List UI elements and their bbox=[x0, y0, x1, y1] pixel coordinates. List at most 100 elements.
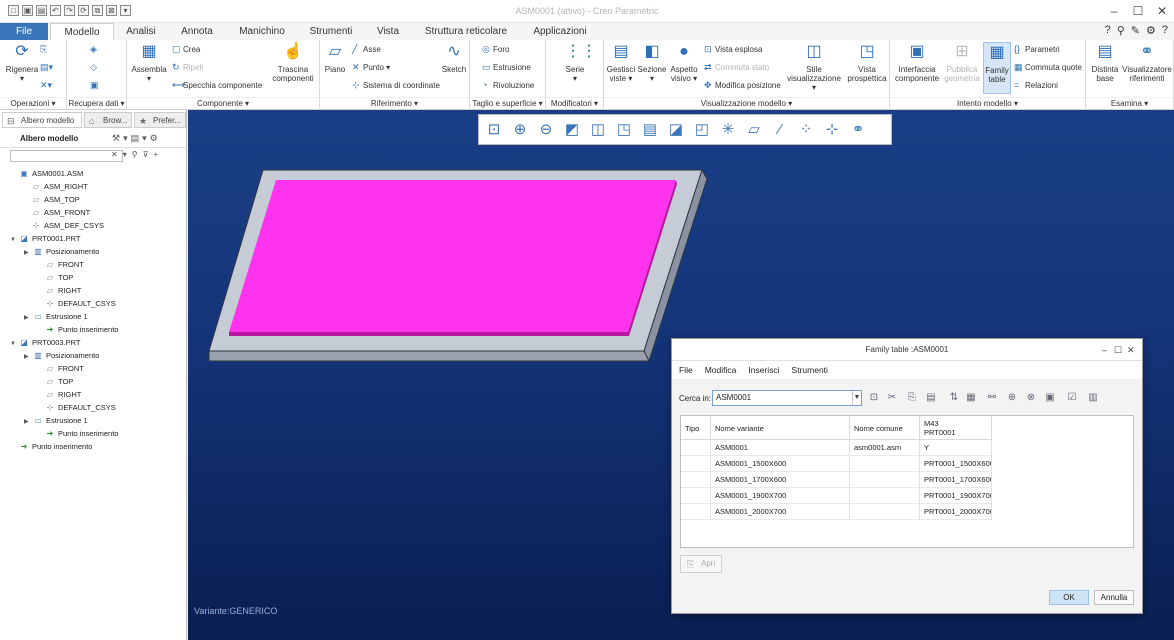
shrinkwrap-command[interactable]: ▣ bbox=[90, 80, 101, 91]
bill-of-materials-button[interactable]: ▤ Distinta base bbox=[1090, 42, 1120, 83]
table-cell[interactable] bbox=[850, 504, 920, 520]
table-cell[interactable]: ASM0001_2000X700 bbox=[711, 504, 850, 520]
toggle-status-command[interactable]: ⇄ Commuta stato bbox=[704, 62, 769, 73]
ribbon-group-label[interactable]: Modificatori ▾ bbox=[546, 97, 603, 108]
dialog-menu-modifica[interactable]: Modifica bbox=[705, 361, 737, 379]
column-header[interactable]: Nome variante bbox=[711, 416, 850, 440]
tab-analisi[interactable]: Analisi bbox=[114, 23, 168, 40]
create-command[interactable]: ▢ Crea bbox=[172, 44, 200, 55]
table-icon[interactable]: ▥ bbox=[1086, 391, 1100, 405]
family-table-button[interactable]: ▦ Family table bbox=[983, 42, 1011, 94]
display-style-icon[interactable]: ◫ bbox=[587, 119, 609, 141]
zoom-in-icon[interactable]: ⊕ bbox=[509, 119, 531, 141]
table-cell[interactable]: PRT0001_1500X600 bbox=[920, 456, 992, 472]
checkbox-icon[interactable]: ☑ bbox=[1065, 391, 1079, 405]
tab-vista[interactable]: Vista bbox=[364, 23, 412, 40]
mirror-component-command[interactable]: ⟷Specchia componente bbox=[172, 80, 262, 91]
repaint-icon[interactable]: ◩ bbox=[561, 119, 583, 141]
table-cell[interactable] bbox=[850, 472, 920, 488]
tree-item[interactable]: ▱ RIGHT bbox=[36, 388, 81, 401]
column-header[interactable]: M43 PRT0001 bbox=[920, 416, 992, 440]
plane-display-icon[interactable]: ▱ bbox=[743, 119, 765, 141]
appearance-button[interactable]: ● Aspetto visivo ▾ bbox=[668, 42, 700, 83]
panel-tab-2[interactable]: ★ Prefer... bbox=[134, 112, 186, 128]
clear-search-icon[interactable]: ✕ bbox=[111, 150, 123, 159]
tree-item[interactable]: ▶ ▥ Posizionamento bbox=[24, 349, 99, 362]
cut-icon[interactable]: ✂ bbox=[885, 391, 899, 405]
tree-item[interactable]: ▱ FRONT bbox=[36, 258, 84, 271]
extrude-command[interactable]: ▭ Estrusione bbox=[482, 62, 531, 73]
verify-icon[interactable]: ⊕ bbox=[1005, 391, 1019, 405]
tree-filter-icon[interactable]: ⚙ bbox=[150, 133, 161, 143]
help-icon[interactable]: ? bbox=[1105, 24, 1111, 37]
maximize-button[interactable]: ☐ bbox=[1128, 3, 1148, 19]
look-in-dropdown-icon[interactable]: ▼ bbox=[852, 391, 861, 405]
tree-item[interactable]: ⊹ ASM_DEF_CSYS bbox=[22, 219, 104, 232]
table-cell[interactable]: ASM0001_1500X600 bbox=[711, 456, 850, 472]
table-cell[interactable]: Y bbox=[920, 440, 992, 456]
dialog-menu-file[interactable]: File bbox=[679, 361, 693, 379]
tree-item[interactable]: ▱ ASM_RIGHT bbox=[22, 180, 88, 193]
table-cell[interactable] bbox=[850, 456, 920, 472]
regenerate-button[interactable]: ⟳ Rigenera ▾ bbox=[4, 42, 40, 83]
lock-icon[interactable]: ⊗ bbox=[1024, 391, 1038, 405]
tree-item[interactable]: ▱ TOP bbox=[36, 375, 73, 388]
drag-components-button[interactable]: ☝ Trascina componenti bbox=[270, 42, 316, 83]
sketch-button[interactable]: ∿ Sketch bbox=[441, 42, 467, 74]
table-cell[interactable]: PRT0001_1900X700 bbox=[920, 488, 992, 504]
parameters-command[interactable]: {} Parametri bbox=[1014, 44, 1060, 54]
tab-strumenti[interactable]: Strumenti bbox=[298, 23, 364, 40]
tree-item[interactable]: ➔ Punto inserimento bbox=[36, 427, 119, 440]
dialog-menu-strumenti[interactable]: Strumenti bbox=[792, 361, 828, 379]
tree-item[interactable]: ▶ ▭ Estrusione 1 bbox=[24, 310, 88, 323]
tab-annota[interactable]: Annota bbox=[170, 23, 224, 40]
manage-views-button[interactable]: ▤ Gestisci viste ▾ bbox=[606, 42, 636, 83]
pattern-button[interactable]: ⋮⋮ Serie ▾ bbox=[562, 42, 597, 83]
tab-modello[interactable]: Modello bbox=[50, 23, 114, 40]
tree-columns-icon[interactable]: ▤ bbox=[131, 133, 143, 143]
relations-command[interactable]: = Relazioni bbox=[1014, 80, 1058, 90]
assemble-button[interactable]: ▦ Assembla ▾ bbox=[130, 42, 168, 83]
hole-command[interactable]: ◎ Foro bbox=[482, 44, 509, 55]
dialog-menu-inserisci[interactable]: Inserisci bbox=[748, 361, 779, 379]
edit-icon[interactable]: ✎ bbox=[1131, 24, 1140, 37]
ribbon-group-label[interactable]: Componente ▾ bbox=[127, 97, 319, 108]
expand-icon[interactable]: ▶ bbox=[24, 247, 32, 260]
ribbon-group-label[interactable]: Riferimento ▾ bbox=[320, 97, 469, 108]
table-cell[interactable] bbox=[681, 488, 711, 504]
tree-item[interactable]: ▶ ▥ Posizionamento bbox=[24, 245, 99, 258]
paste-command[interactable]: ▤▾ bbox=[40, 62, 53, 73]
look-in-field[interactable]: ASM0001 bbox=[712, 390, 862, 406]
expand-icon[interactable]: ▶ bbox=[24, 351, 32, 364]
tree-search-input[interactable] bbox=[10, 150, 123, 162]
copy-icon[interactable]: ⎘ bbox=[905, 391, 919, 405]
panel-tab-1[interactable]: ⌂ Brow... bbox=[84, 112, 132, 128]
tree-item[interactable]: ▱ ASM_FRONT bbox=[22, 206, 90, 219]
add-row-icon[interactable]: ⊡ bbox=[867, 391, 881, 405]
table-cell[interactable]: ASM0001_1900X700 bbox=[711, 488, 850, 504]
copy-command[interactable]: ⎘ bbox=[40, 44, 51, 55]
ribbon-group-label[interactable]: Taglio e superficie ▾ bbox=[470, 97, 545, 108]
tree-settings-icon[interactable]: ⚒ bbox=[112, 133, 123, 143]
info-icon[interactable]: ? bbox=[1162, 24, 1168, 37]
revolve-command[interactable]: ◔ Rivoluzione bbox=[482, 80, 534, 90]
publish-geometry-button[interactable]: ⊞ Pubblica geometria bbox=[942, 42, 982, 83]
dropdown-icon[interactable]: ▾ bbox=[142, 133, 150, 143]
tab-applicazioni[interactable]: Applicazioni bbox=[520, 23, 600, 40]
find-icon[interactable]: ⚯ bbox=[985, 391, 999, 405]
add-icon[interactable]: + bbox=[153, 150, 163, 159]
tree-item[interactable]: ▶ ▭ Estrusione 1 bbox=[24, 414, 88, 427]
tree-item[interactable]: ▱ TOP bbox=[36, 271, 73, 284]
ribbon-group-label[interactable]: Operazioni ▾ bbox=[0, 97, 66, 108]
table-cell[interactable] bbox=[681, 504, 711, 520]
display-style-button[interactable]: ◫ Stile visualizzazione ▾ bbox=[784, 42, 844, 92]
csys-display-icon[interactable]: ⊹ bbox=[821, 119, 843, 141]
ribbon-group-label[interactable]: Esamina ▾ bbox=[1086, 97, 1173, 108]
column-header[interactable]: Nome comune bbox=[850, 416, 920, 440]
saved-orientations-icon[interactable]: ◳ bbox=[613, 119, 635, 141]
tree-item[interactable]: ➔ Punto inserimento bbox=[36, 323, 119, 336]
expand-icon[interactable]: ▼ bbox=[10, 234, 18, 247]
point-command[interactable]: ✕ Punto ▾ bbox=[352, 62, 390, 73]
dialog-close-button[interactable]: ✕ bbox=[1127, 339, 1135, 361]
tab-struttura-reticolare[interactable]: Struttura reticolare bbox=[412, 23, 520, 40]
